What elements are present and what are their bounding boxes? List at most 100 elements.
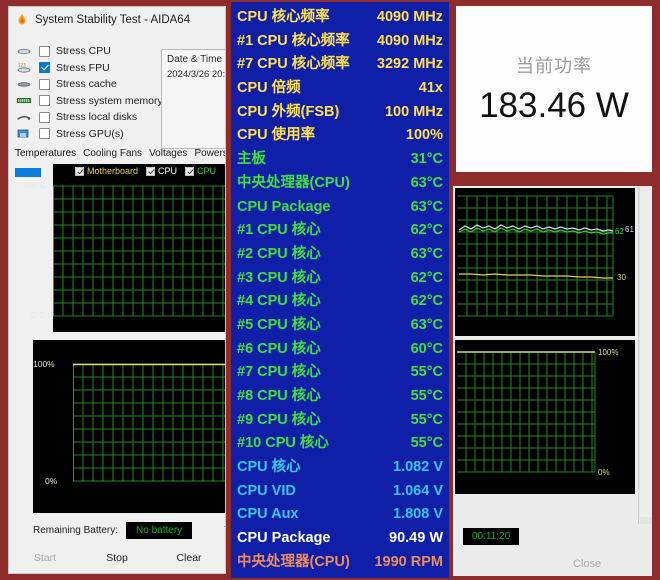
sensor-value: 55°C	[410, 411, 443, 428]
sensor-value: 55°C	[410, 364, 443, 381]
stop-button[interactable]: Stop	[81, 552, 153, 564]
temperature-graph-grid	[53, 185, 225, 317]
sensor-key: #2 CPU 核心	[237, 245, 321, 262]
sensor-row: CPU 使用率 100%	[237, 124, 443, 148]
start-button[interactable]: Start	[9, 552, 81, 564]
right-temperature-graph-grid: 62 61 30	[457, 195, 634, 317]
stress-disks-checkbox[interactable]	[39, 111, 50, 123]
scrollbar-thumb[interactable]	[640, 187, 652, 517]
sensor-row: #8 CPU 核心 55°C	[237, 385, 443, 409]
stress-option-label: Stress GPU(s)	[56, 127, 124, 140]
sensor-row: CPU 外频(FSB) 100 MHz	[237, 101, 443, 125]
temperature-axis-top-label: 100°C	[22, 180, 46, 190]
legend-item-cpu-white[interactable]: CPU	[146, 166, 177, 176]
sensor-value: 63°C	[410, 198, 443, 215]
sensor-key: #4 CPU 核心	[237, 293, 321, 310]
cpu-chip-icon	[15, 45, 33, 58]
sensor-row: #2 CPU 核心 63°C	[237, 243, 443, 267]
temperature-graph-legend: Motherboard CPU CPU	[75, 166, 216, 176]
sensor-value: 4090 MHz	[376, 9, 443, 25]
osd-sensor-panel: CPU 核心频率 4090 MHz #1 CPU 核心频率 4090 MHz #…	[231, 2, 449, 578]
stress-option-label: Stress system memory	[56, 94, 163, 107]
cache-chip-icon	[15, 78, 33, 91]
sensor-key: #1 CPU 核心频率	[237, 32, 350, 49]
sensor-key: #10 CPU 核心	[237, 435, 329, 452]
graph-selection-marker	[15, 168, 41, 177]
stress-memory-checkbox[interactable]	[39, 95, 50, 107]
sensor-value: 62°C	[410, 222, 443, 239]
close-button[interactable]: Close	[573, 558, 601, 570]
trace-label-61: 61	[625, 225, 634, 234]
temperature-graph-block: Motherboard CPU CPU 100°C 0°C	[15, 164, 225, 334]
svg-text:123: 123	[18, 63, 26, 68]
stress-fpu-checkbox[interactable]	[39, 62, 50, 74]
right-graph-scrollbar[interactable]	[638, 186, 652, 524]
flame-icon	[15, 13, 29, 27]
battery-row: Remaining Battery: No battery Test St	[9, 517, 225, 543]
temperature-axis-bottom-label: 0°C	[31, 310, 46, 320]
trace-label-30: 30	[617, 273, 626, 282]
sensor-row: CPU 倍频 41x	[237, 77, 443, 101]
current-power-value: 183.46 W	[479, 86, 629, 125]
current-power-title: 当前功率	[516, 56, 592, 76]
sensor-key: CPU 核心	[237, 459, 301, 476]
sensor-row: 中央处理器(CPU) 63°C	[237, 172, 443, 196]
sensor-value: 1.082 V	[393, 459, 443, 476]
sensor-value: 63°C	[410, 245, 443, 262]
cpu-usage-graph-block: 100% 0%	[15, 340, 225, 520]
legend-checkbox-cpu-green[interactable]	[185, 166, 195, 176]
sensor-key: CPU 倍频	[237, 80, 301, 97]
sensor-value: 55°C	[410, 388, 443, 404]
clear-button[interactable]: Clear	[153, 552, 225, 564]
sensor-key: #1 CPU 核心	[237, 222, 321, 239]
stress-cpu-checkbox[interactable]	[39, 45, 50, 57]
sensor-row: CPU Aux 1.808 V	[237, 503, 443, 527]
sensor-value: 4090 MHz	[376, 32, 443, 49]
stress-option-label: Stress CPU	[56, 45, 111, 58]
sensor-value: 1990 RPM	[374, 553, 443, 570]
sensor-key: CPU 外频(FSB)	[237, 103, 340, 120]
test-status-label: Test St	[224, 525, 225, 536]
sensor-value: 63°C	[410, 174, 443, 191]
right-graph-panel: 62 61 30 100% 0% 00:11:20 Close	[453, 186, 652, 576]
sensor-row: #5 CPU 核心 63°C	[237, 314, 443, 338]
sensor-row: #10 CPU 核心 55°C	[237, 432, 443, 456]
fpu-chip-icon: 123	[15, 61, 33, 74]
sensor-key: #9 CPU 核心	[237, 411, 321, 428]
tab-temperatures[interactable]: Temperatures	[15, 147, 76, 160]
trace-motherboard	[459, 273, 613, 279]
cpu-usage-graph[interactable]	[33, 340, 225, 513]
sensor-row: #9 CPU 核心 55°C	[237, 409, 443, 433]
sensor-value: 1.064 V	[393, 482, 443, 499]
trace-label-62: 62	[615, 227, 624, 236]
sensor-row: #4 CPU 核心 62°C	[237, 290, 443, 314]
sensor-key: #6 CPU 核心	[237, 340, 321, 357]
cpu-usage-axis-bottom-label: 0%	[45, 476, 58, 486]
legend-checkbox-motherboard[interactable]	[75, 166, 84, 176]
legend-item-cpu-green[interactable]: CPU	[185, 166, 216, 176]
sensor-key: CPU Package	[237, 530, 331, 547]
temperature-graph[interactable]: Motherboard CPU CPU	[53, 164, 225, 332]
cpu-usage-axis-top-label: 100%	[33, 359, 55, 369]
legend-item-motherboard[interactable]: Motherboard	[75, 166, 138, 176]
stress-cache-checkbox[interactable]	[39, 78, 50, 90]
right-usage-graph[interactable]: 100% 0%	[455, 340, 635, 494]
stress-option-label: Stress local disks	[56, 111, 138, 124]
sensor-value: 3292 MHz	[376, 56, 443, 73]
sensor-row: #6 CPU 核心 60°C	[237, 338, 443, 362]
date-time-value: 2024/3/26 20:46	[167, 69, 226, 80]
right-temperature-graph[interactable]: 62 61 30	[455, 188, 635, 336]
legend-label: CPU	[197, 166, 217, 176]
battery-label: Remaining Battery:	[33, 524, 119, 536]
sensor-value: 31°C	[410, 151, 443, 168]
sensor-value: 62°C	[410, 293, 443, 310]
sensor-key: CPU 使用率	[237, 127, 316, 144]
date-time-header: Date & Time	[167, 54, 223, 65]
sensor-row: CPU VID 1.064 V	[237, 480, 443, 504]
legend-label: Motherboard	[87, 166, 139, 176]
sensor-value: 100%	[405, 127, 443, 144]
tab-cooling-fans[interactable]: Cooling Fans	[83, 147, 142, 160]
stress-gpu-checkbox[interactable]	[39, 128, 50, 140]
legend-checkbox-cpu-white[interactable]	[146, 166, 156, 176]
sensor-key: 主板	[237, 151, 266, 168]
